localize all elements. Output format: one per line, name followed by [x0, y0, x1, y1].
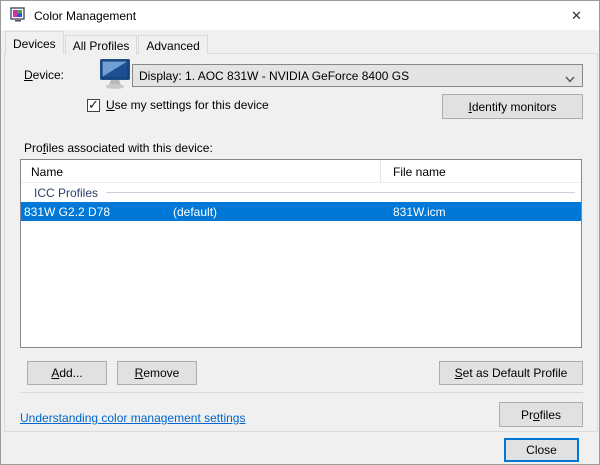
close-icon[interactable]: ✕: [554, 1, 599, 30]
set-as-default-profile-button[interactable]: Set as Default Profile: [439, 361, 583, 385]
checkbox-box: ✓: [87, 99, 100, 112]
tab-all-profiles[interactable]: All Profiles: [65, 35, 138, 54]
use-my-settings-label: Use my settings for this device: [106, 98, 269, 112]
color-management-window: Color Management ✕ Devices All Profiles …: [0, 0, 600, 465]
tab-devices[interactable]: Devices: [5, 31, 64, 54]
column-header-name[interactable]: Name: [31, 165, 63, 179]
color-management-app-icon: [10, 7, 26, 23]
devices-tab-page: Device: Display: 1. AOC 831W - NVIDIA Ge…: [4, 53, 598, 432]
understanding-color-management-link[interactable]: Understanding color management settings: [20, 411, 245, 425]
tab-strip: Devices All Profiles Advanced: [5, 31, 209, 54]
tab-advanced[interactable]: Advanced: [138, 35, 207, 54]
remove-button[interactable]: Remove: [117, 361, 197, 385]
column-header-file-name[interactable]: File name: [393, 165, 446, 179]
profiles-list[interactable]: Name File name ICC Profiles 831W G2.2 D7…: [20, 159, 582, 348]
profile-default-tag: (default): [173, 205, 217, 219]
identify-monitors-button[interactable]: Identify monitors: [442, 94, 583, 119]
add-button[interactable]: Add...: [27, 361, 107, 385]
device-select[interactable]: Display: 1. AOC 831W - NVIDIA GeForce 84…: [132, 64, 583, 87]
profiles-list-header[interactable]: Name File name: [21, 160, 581, 183]
device-label: Device:: [24, 68, 64, 82]
profiles-button[interactable]: Profiles: [499, 402, 583, 427]
chevron-down-icon: [565, 72, 575, 86]
title-bar: Color Management ✕: [1, 1, 599, 30]
column-divider[interactable]: [380, 160, 381, 183]
close-button[interactable]: Close: [504, 438, 579, 462]
profile-file-name: 831W.icm: [393, 205, 446, 219]
monitor-icon: [97, 58, 133, 93]
group-divider-line: [106, 192, 575, 193]
profile-name: 831W G2.2 D78: [24, 205, 110, 219]
profile-row[interactable]: 831W G2.2 D78 (default) 831W.icm: [21, 202, 581, 221]
device-select-value: Display: 1. AOC 831W - NVIDIA GeForce 84…: [139, 69, 409, 83]
checkmark-icon: ✓: [88, 97, 99, 113]
window-title: Color Management: [34, 9, 136, 23]
icc-profiles-group-header: ICC Profiles: [21, 183, 581, 202]
profiles-associated-heading: Profiles associated with this device:: [24, 141, 213, 155]
use-my-settings-checkbox[interactable]: ✓ Use my settings for this device: [87, 98, 269, 112]
section-divider: [20, 392, 583, 393]
